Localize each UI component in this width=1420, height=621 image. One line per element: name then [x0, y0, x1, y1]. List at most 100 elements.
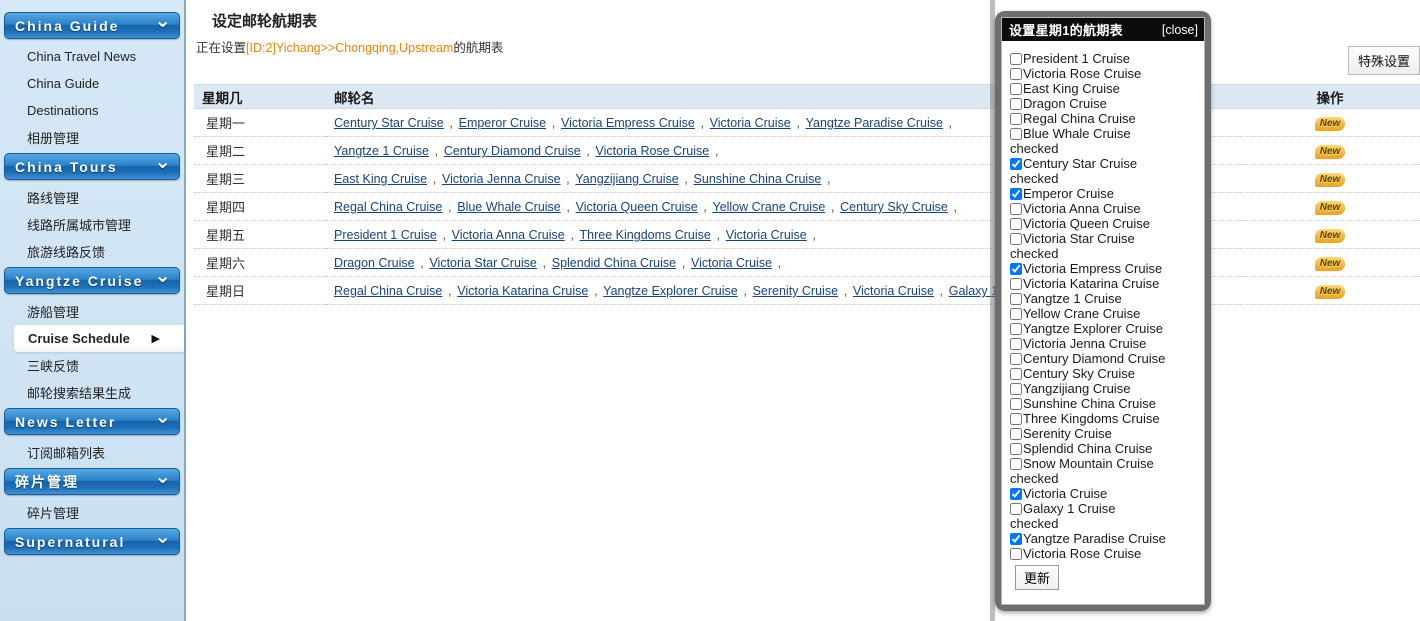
- sidebar-section-header[interactable]: Yangtze Cruise⌄: [4, 267, 180, 294]
- cruise-link[interactable]: Dragon Cruise: [334, 256, 415, 270]
- cruise-link[interactable]: Yangtze Paradise Cruise: [806, 116, 943, 130]
- new-badge-icon[interactable]: New: [1315, 229, 1346, 243]
- sidebar-item-[interactable]: 游船管理: [0, 298, 184, 325]
- cruise-checkbox-label[interactable]: Splendid China Cruise: [1023, 441, 1152, 456]
- cruise-checkbox[interactable]: [1010, 488, 1022, 500]
- sidebar-item-[interactable]: 碎片管理: [0, 499, 184, 526]
- cruise-checkbox-label[interactable]: Yellow Crane Cruise: [1023, 306, 1140, 321]
- cruise-checkbox-label[interactable]: Yangzijiang Cruise: [1023, 381, 1130, 396]
- cruise-checkbox[interactable]: [1010, 368, 1022, 380]
- sidebar-item-[interactable]: 旅游线路反馈: [0, 238, 184, 265]
- cruise-checkbox-label[interactable]: Victoria Queen Cruise: [1023, 216, 1150, 231]
- sidebar-item-[interactable]: 订阅邮箱列表: [0, 439, 184, 466]
- cruise-checkbox[interactable]: [1010, 68, 1022, 80]
- cruise-link[interactable]: Victoria Queen Cruise: [576, 200, 698, 214]
- cruise-checkbox-label[interactable]: Three Kingdoms Cruise: [1023, 411, 1160, 426]
- cruise-checkbox[interactable]: [1010, 113, 1022, 125]
- cruise-link[interactable]: Yellow Crane Cruise: [713, 200, 826, 214]
- sidebar-item-cruise-schedule[interactable]: Cruise Schedule▶: [14, 325, 184, 352]
- cruise-checkbox-label[interactable]: Victoria Katarina Cruise: [1023, 276, 1159, 291]
- new-badge-icon[interactable]: New: [1315, 285, 1346, 299]
- cruise-link[interactable]: Victoria Star Cruise: [429, 256, 536, 270]
- cruise-checkbox[interactable]: [1010, 338, 1022, 350]
- cruise-link[interactable]: Serenity Cruise: [753, 284, 838, 298]
- cruise-checkbox-label[interactable]: Regal China Cruise: [1023, 111, 1136, 126]
- cruise-checkbox[interactable]: [1010, 188, 1022, 200]
- cruise-link[interactable]: Splendid China Cruise: [552, 256, 676, 270]
- cruise-link[interactable]: Blue Whale Cruise: [457, 200, 561, 214]
- sidebar-item-[interactable]: 三峡反馈: [0, 352, 184, 379]
- cruise-checkbox-label[interactable]: Victoria Star Cruise: [1023, 231, 1135, 246]
- cruise-link[interactable]: Century Diamond Cruise: [444, 144, 581, 158]
- cruise-link[interactable]: Sunshine China Cruise: [694, 172, 822, 186]
- cruise-link[interactable]: Victoria Cruise: [691, 256, 772, 270]
- cruise-checkbox[interactable]: [1010, 398, 1022, 410]
- sidebar-section-header[interactable]: Supernatural⌄: [4, 528, 180, 555]
- sidebar-item-[interactable]: 线路所属城市管理: [0, 211, 184, 238]
- cruise-checkbox[interactable]: [1010, 128, 1022, 140]
- cruise-checkbox-label[interactable]: Dragon Cruise: [1023, 96, 1107, 111]
- cruise-link[interactable]: Century Star Cruise: [334, 116, 444, 130]
- cruise-checkbox-label[interactable]: Serenity Cruise: [1023, 426, 1112, 441]
- cruise-checkbox-label[interactable]: Snow Mountain Cruise: [1023, 456, 1154, 471]
- cruise-checkbox[interactable]: [1010, 218, 1022, 230]
- cruise-checkbox[interactable]: [1010, 548, 1022, 560]
- new-badge-icon[interactable]: New: [1315, 145, 1346, 159]
- cruise-checkbox-label[interactable]: Yangtze Paradise Cruise: [1023, 531, 1166, 546]
- cruise-checkbox-label[interactable]: Yangtze Explorer Cruise: [1023, 321, 1163, 336]
- cruise-link[interactable]: Yangzijiang Cruise: [575, 172, 678, 186]
- cruise-link[interactable]: Century Sky Cruise: [840, 200, 948, 214]
- cruise-link[interactable]: Three Kingdoms Cruise: [580, 228, 711, 242]
- cruise-checkbox-label[interactable]: East King Cruise: [1023, 81, 1120, 96]
- cruise-checkbox-label[interactable]: Victoria Empress Cruise: [1023, 261, 1162, 276]
- new-badge-icon[interactable]: New: [1315, 173, 1346, 187]
- cruise-link[interactable]: President 1 Cruise: [334, 228, 437, 242]
- cruise-link[interactable]: Emperor Cruise: [459, 116, 547, 130]
- cruise-checkbox[interactable]: [1010, 308, 1022, 320]
- cruise-checkbox-label[interactable]: Century Star Cruise: [1023, 156, 1137, 171]
- cruise-checkbox[interactable]: [1010, 233, 1022, 245]
- cruise-checkbox-label[interactable]: President 1 Cruise: [1023, 51, 1130, 66]
- new-badge-icon[interactable]: New: [1315, 201, 1346, 215]
- cruise-checkbox-label[interactable]: Sunshine China Cruise: [1023, 396, 1156, 411]
- cruise-checkbox[interactable]: [1010, 293, 1022, 305]
- cruise-link[interactable]: Victoria Cruise: [710, 116, 791, 130]
- cruise-checkbox-label[interactable]: Victoria Cruise: [1023, 486, 1107, 501]
- cruise-checkbox-label[interactable]: Victoria Jenna Cruise: [1023, 336, 1146, 351]
- cruise-checkbox[interactable]: [1010, 428, 1022, 440]
- cruise-link[interactable]: Victoria Jenna Cruise: [442, 172, 561, 186]
- close-icon[interactable]: [close]: [1162, 23, 1198, 37]
- new-badge-icon[interactable]: New: [1315, 117, 1346, 131]
- cruise-checkbox-label[interactable]: Century Sky Cruise: [1023, 366, 1135, 381]
- cruise-link[interactable]: Yangtze Explorer Cruise: [603, 284, 738, 298]
- cruise-link[interactable]: Victoria Cruise: [853, 284, 934, 298]
- cruise-checkbox-label[interactable]: Emperor Cruise: [1023, 186, 1114, 201]
- cruise-checkbox[interactable]: [1010, 158, 1022, 170]
- cruise-checkbox[interactable]: [1010, 263, 1022, 275]
- cruise-checkbox[interactable]: [1010, 383, 1022, 395]
- sidebar-item-destinations[interactable]: Destinations: [0, 97, 184, 124]
- sidebar-item-[interactable]: 邮轮搜索结果生成: [0, 379, 184, 406]
- update-button[interactable]: 更新: [1015, 565, 1059, 590]
- cruise-checkbox-label[interactable]: Victoria Rose Cruise: [1023, 546, 1141, 561]
- cruise-checkbox[interactable]: [1010, 503, 1022, 515]
- cruise-link[interactable]: Victoria Cruise: [726, 228, 807, 242]
- cruise-checkbox[interactable]: [1010, 458, 1022, 470]
- cruise-checkbox[interactable]: [1010, 413, 1022, 425]
- cruise-link[interactable]: Victoria Empress Cruise: [561, 116, 695, 130]
- sidebar-section-header[interactable]: China Tours⌄: [4, 153, 180, 180]
- cruise-checkbox[interactable]: [1010, 533, 1022, 545]
- sidebar-section-header[interactable]: China Guide⌄: [4, 12, 180, 39]
- cruise-link[interactable]: East King Cruise: [334, 172, 427, 186]
- cruise-link[interactable]: Yangtze 1 Cruise: [334, 144, 429, 158]
- cruise-checkbox[interactable]: [1010, 278, 1022, 290]
- sidebar-item-china-guide[interactable]: China Guide: [0, 70, 184, 97]
- cruise-checkbox[interactable]: [1010, 323, 1022, 335]
- cruise-checkbox[interactable]: [1010, 53, 1022, 65]
- cruise-checkbox-label[interactable]: Century Diamond Cruise: [1023, 351, 1165, 366]
- cruise-checkbox[interactable]: [1010, 98, 1022, 110]
- cruise-checkbox-label[interactable]: Blue Whale Cruise: [1023, 126, 1131, 141]
- sidebar-item-china-travel-news[interactable]: China Travel News: [0, 43, 184, 70]
- cruise-checkbox[interactable]: [1010, 203, 1022, 215]
- new-badge-icon[interactable]: New: [1315, 257, 1346, 271]
